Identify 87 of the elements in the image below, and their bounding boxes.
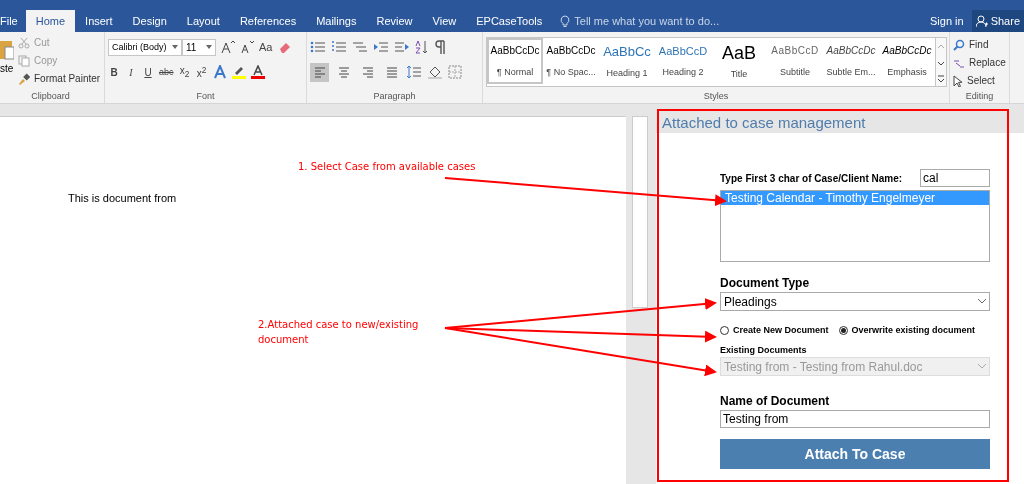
style-item[interactable]: AaBbCcDc ¶ No Spac... bbox=[543, 38, 599, 84]
change-case-button[interactable]: Aa bbox=[259, 41, 273, 53]
select-button[interactable]: Select bbox=[953, 73, 1006, 88]
line-spacing-icon[interactable] bbox=[406, 65, 422, 79]
radio-option[interactable]: Create New Document bbox=[720, 325, 829, 335]
format-toggle[interactable]: U bbox=[142, 66, 154, 78]
shrink-font-icon[interactable] bbox=[240, 40, 254, 54]
field-label: Document Type bbox=[720, 276, 811, 290]
pilcrow-icon[interactable] bbox=[434, 40, 446, 54]
tell-me-field[interactable]: Tell me what you want to do... bbox=[574, 15, 775, 27]
style-item[interactable]: AaBbCcD Subtitle bbox=[767, 38, 823, 84]
increase-indent-icon[interactable] bbox=[394, 40, 410, 54]
document-type-dropdown[interactable]: Pleadings bbox=[720, 292, 990, 311]
font-size-dropdown[interactable]: 11 bbox=[182, 38, 216, 56]
caret-icon bbox=[206, 45, 212, 49]
share-button[interactable]: Share bbox=[971, 10, 1024, 32]
lightbulb-icon bbox=[560, 14, 571, 28]
search-icon bbox=[953, 38, 965, 51]
cursor-arrow-icon bbox=[953, 74, 963, 87]
person-add-icon bbox=[975, 14, 988, 28]
find-button[interactable]: Find bbox=[953, 37, 1006, 52]
chevron-down-icon bbox=[978, 364, 986, 369]
ribbon-tab[interactable]: Design bbox=[122, 10, 177, 32]
highlighter-icon[interactable] bbox=[231, 65, 246, 79]
field-label: Existing Documents bbox=[720, 345, 808, 355]
pane-title: Attached to case management bbox=[662, 113, 866, 131]
field-label: Name of Document bbox=[720, 394, 831, 408]
copy-icon bbox=[18, 54, 30, 67]
group-label: Styles bbox=[703, 91, 729, 103]
style-item[interactable]: AaBbCcDc Emphasis bbox=[879, 38, 935, 84]
text-align-icon bbox=[384, 65, 399, 79]
ribbon-tab[interactable]: Mailings bbox=[306, 10, 367, 32]
style-item[interactable]: AaBbCc Heading 1 bbox=[599, 38, 655, 84]
field-label: Type First 3 char of Case/Client Name: bbox=[720, 172, 903, 184]
ribbon-tab[interactable]: View bbox=[422, 10, 467, 32]
style-item[interactable]: AaBbCcD Heading 2 bbox=[655, 38, 711, 84]
numbered-list-icon[interactable] bbox=[331, 40, 347, 54]
group-label: Editing bbox=[965, 91, 994, 103]
sort-icon[interactable] bbox=[415, 40, 429, 54]
format-toggle[interactable]: abc bbox=[159, 67, 174, 77]
ribbon-tab[interactable]: References bbox=[229, 10, 307, 32]
gallery-scroll-arrows[interactable] bbox=[936, 37, 947, 87]
group-label: Clipboard bbox=[31, 91, 70, 103]
multilevel-list-icon[interactable] bbox=[352, 40, 368, 54]
bullet-list-icon[interactable] bbox=[310, 40, 326, 54]
group-label: Paragraph bbox=[373, 91, 416, 103]
annotation-note: 2.Attached case to new/existing document bbox=[258, 318, 420, 347]
style-item[interactable]: AaBbCcDc ¶ Normal bbox=[487, 38, 543, 84]
document-name-field[interactable]: Testing from bbox=[720, 410, 990, 428]
ribbon-tab[interactable]: EPCaseTools bbox=[466, 10, 553, 32]
ribbon-tab[interactable]: Review bbox=[366, 10, 423, 32]
style-item[interactable]: AaBbCcDc Subtle Em... bbox=[823, 38, 879, 84]
annotation-note: 1. Select Case from available cases bbox=[298, 161, 476, 172]
attach-button[interactable]: Attach To Case bbox=[720, 439, 990, 469]
text-align-icon bbox=[360, 65, 375, 79]
sign-in-link[interactable]: Sign in bbox=[922, 10, 972, 32]
ribbon-tab[interactable]: File bbox=[0, 10, 26, 32]
format-painter-button[interactable]: Format Painter bbox=[18, 71, 101, 86]
format-toggle[interactable]: x$^{2}$ bbox=[195, 64, 208, 80]
ribbon-tab[interactable]: Insert bbox=[75, 10, 123, 32]
font-color-icon[interactable] bbox=[250, 65, 265, 79]
case-search-field[interactable]: cal bbox=[920, 169, 990, 187]
format-toggle[interactable]: B bbox=[108, 66, 120, 78]
format-toggle[interactable]: I bbox=[125, 66, 137, 78]
document-text: This is document from bbox=[68, 192, 177, 204]
shading-icon[interactable] bbox=[427, 65, 443, 79]
ribbon-tab[interactable]: Layout bbox=[176, 10, 230, 32]
caret-icon bbox=[172, 45, 178, 49]
style-item[interactable]: AaB Title bbox=[711, 38, 767, 84]
decrease-indent-icon[interactable] bbox=[373, 40, 389, 54]
grow-font-icon[interactable] bbox=[221, 40, 235, 54]
replace-button[interactable]: Replace bbox=[953, 55, 1006, 70]
align-button[interactable] bbox=[310, 62, 329, 82]
format-toggle[interactable]: x$_{2}$ bbox=[178, 65, 191, 79]
text-effects-icon[interactable] bbox=[212, 65, 227, 79]
ribbon-tab[interactable]: Home bbox=[25, 10, 76, 32]
chevron-down-icon bbox=[978, 299, 986, 304]
text-align-icon bbox=[312, 65, 327, 79]
group-label: Font bbox=[196, 91, 215, 103]
radio-option[interactable]: Overwrite existing document bbox=[838, 325, 976, 335]
eraser-icon[interactable] bbox=[277, 40, 292, 54]
scrollbar[interactable] bbox=[632, 116, 648, 308]
font-name-dropdown[interactable]: Calibri (Body) bbox=[108, 38, 182, 56]
paste-button[interactable]: ste bbox=[0, 35, 14, 91]
paintbrush-icon bbox=[18, 72, 30, 85]
scissors-icon bbox=[18, 36, 30, 49]
text-align-icon bbox=[336, 65, 351, 79]
